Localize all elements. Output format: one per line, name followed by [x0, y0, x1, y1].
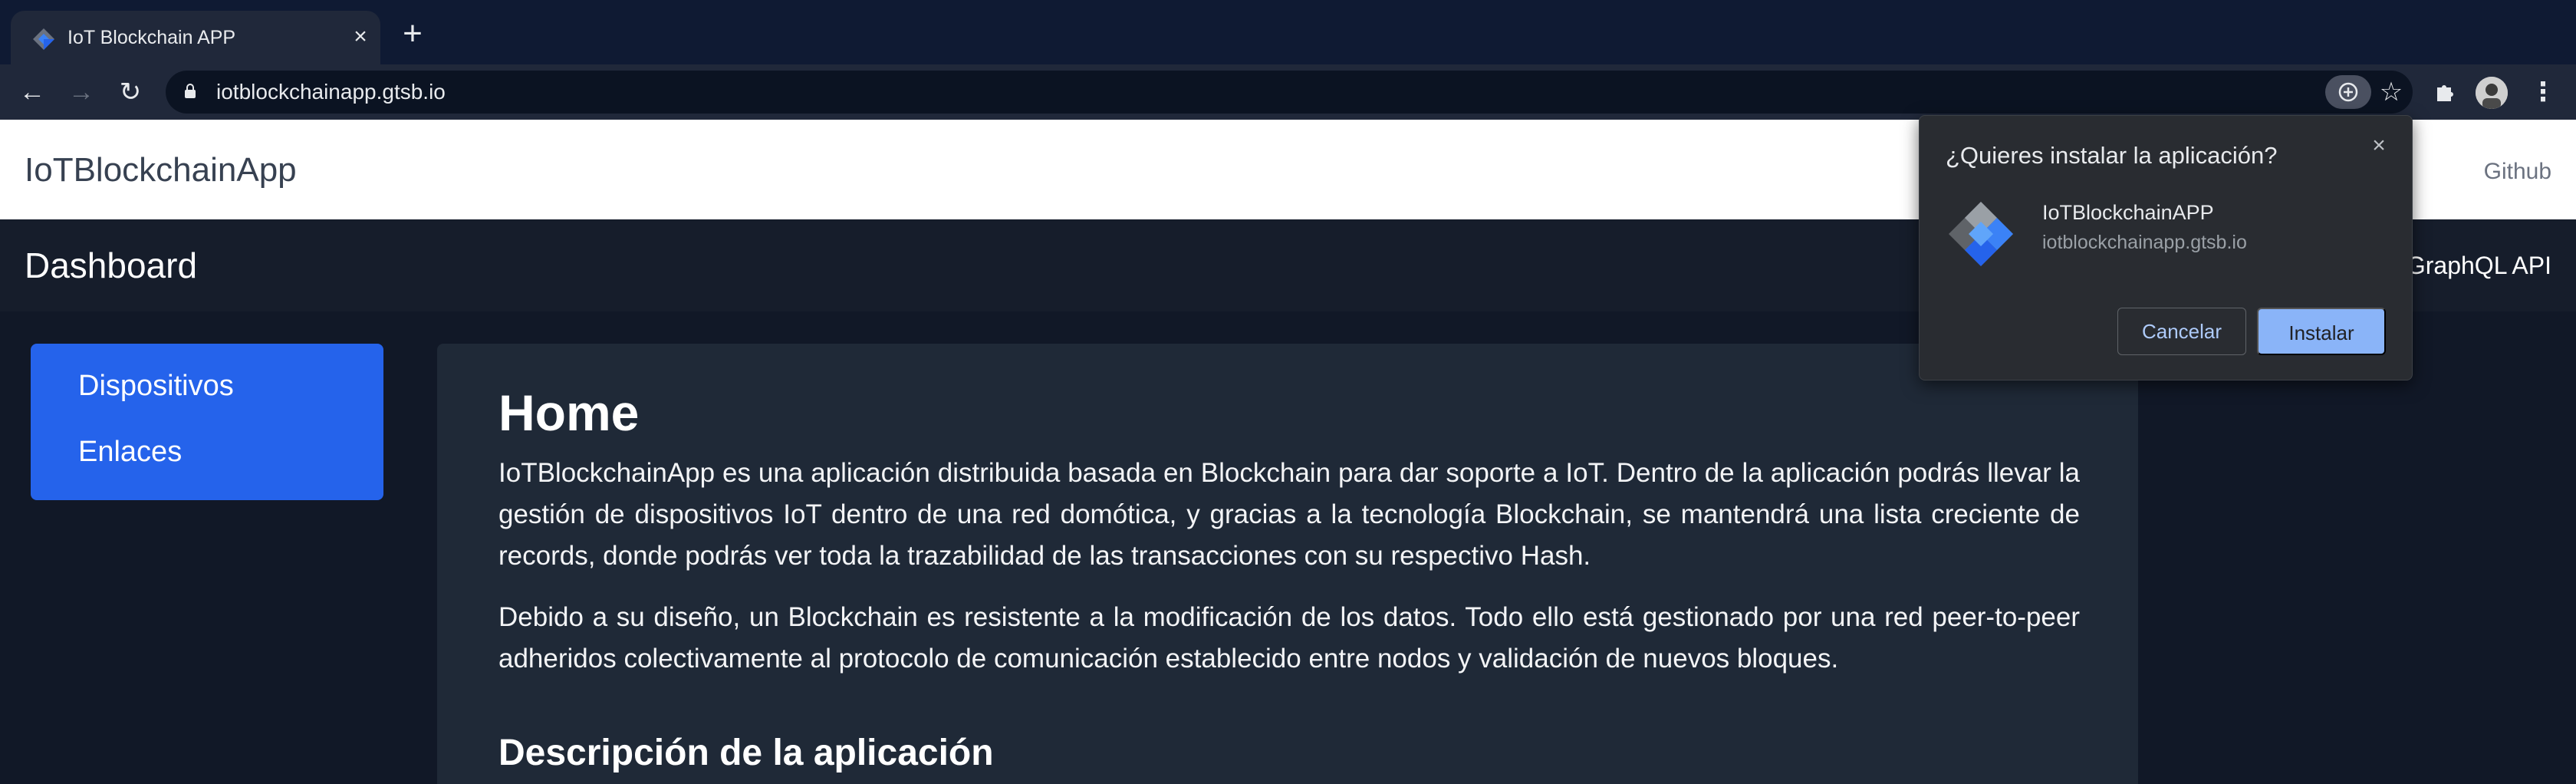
close-icon[interactable]: ×	[2366, 133, 2392, 159]
dialog-app-name: IoTBlockchainAPP	[2042, 201, 2214, 224]
content-paragraph: IoTBlockchainApp es una aplicación distr…	[498, 458, 2080, 571]
arrow-right-icon[interactable]: →	[64, 75, 98, 109]
arrow-left-icon[interactable]: ←	[15, 75, 49, 109]
app-logo-icon	[1946, 199, 2016, 269]
puzzle-icon[interactable]	[2428, 75, 2462, 109]
kebab-menu-icon[interactable]: ⋮	[2526, 75, 2560, 109]
github-link[interactable]: Github	[2484, 156, 2551, 187]
blockchain-diamond-icon	[32, 28, 55, 51]
install-button[interactable]: Instalar	[2257, 308, 2386, 355]
browser-tab[interactable]: IoT Blockchain APP ×	[11, 11, 380, 64]
install-app-dialog: ¿Quieres instalar la aplicación? × IoTBl…	[1919, 115, 2413, 380]
avatar[interactable]	[2476, 77, 2508, 109]
address-bar[interactable]: iotblockchainapp.gtsb.io ☆	[166, 71, 2413, 114]
close-icon[interactable]: ×	[347, 23, 374, 51]
star-icon[interactable]: ☆	[2374, 75, 2408, 109]
lock-icon	[184, 84, 196, 99]
dialog-app-url: iotblockchainapp.gtsb.io	[2042, 232, 2247, 253]
plus-icon[interactable]: +	[397, 17, 428, 51]
sidebar-item-dispositivos[interactable]: Dispositivos	[78, 368, 234, 404]
url-text: iotblockchainapp.gtsb.io	[216, 80, 446, 104]
site-brand[interactable]: IoTBlockchainApp	[25, 150, 297, 190]
dialog-title: ¿Quieres instalar la aplicación?	[1946, 142, 2278, 169]
reload-icon[interactable]: ↻	[114, 75, 147, 109]
sidebar-item-enlaces[interactable]: Enlaces	[78, 434, 182, 469]
content-card: Home IoTBlockchainApp es una aplicación …	[437, 344, 2138, 784]
cancel-button[interactable]: Cancelar	[2117, 308, 2246, 355]
content-subtitle: Descripción de la aplicación	[498, 733, 994, 773]
sidebar: Dispositivos Enlaces	[31, 344, 383, 500]
tab-title: IoT Blockchain APP	[67, 27, 236, 48]
graphql-api-link[interactable]: GraphQL API	[2407, 250, 2551, 281]
install-app-icon[interactable]	[2325, 75, 2371, 109]
page-title: Dashboard	[25, 245, 198, 285]
browser-toolbar: ← → ↻ iotblockchainapp.gtsb.io ☆ ⋮	[0, 64, 2576, 120]
content-title: Home	[498, 384, 640, 441]
browser-tab-strip: IoT Blockchain APP × +	[0, 0, 2576, 64]
content-paragraph: Debido a su diseño, un Blockchain es res…	[498, 602, 2080, 674]
